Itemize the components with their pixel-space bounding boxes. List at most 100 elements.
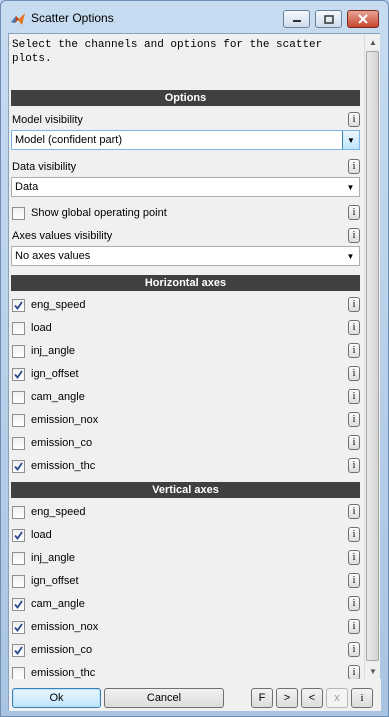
info-button[interactable]: i [348,458,360,473]
vertical-axis-row-emission-co[interactable]: emission_co [12,642,342,658]
data-visibility-label: Data visibility [12,161,77,173]
info-button[interactable]: i [348,642,360,657]
scroll-down-arrow-icon[interactable]: ▼ [365,663,381,679]
checkmark-icon [14,600,23,609]
info-button[interactable]: i [348,619,360,634]
axis-label: emission_thc [31,667,96,679]
checkbox[interactable] [12,414,25,427]
horizontal-axis-row-emission-nox[interactable]: emission_nox [12,412,342,428]
chevron-down-icon: ▼ [342,131,359,149]
info-button[interactable]: i [348,412,360,427]
minimize-button[interactable] [283,10,310,28]
info-button[interactable]: i [348,527,360,542]
info-button[interactable]: i [348,596,360,611]
axis-label: emission_nox [31,414,99,426]
info-button[interactable]: i [348,320,360,335]
checkbox[interactable] [12,345,25,358]
scatter-options-window: Scatter Options Select the channels and … [0,0,389,717]
info-button[interactable]: i [348,504,360,519]
info-button[interactable]: i [348,665,360,679]
cancel-button[interactable]: Cancel [104,688,224,708]
global-op-checkbox-row[interactable]: Show global operating point [12,205,342,221]
checkbox[interactable] [12,391,25,404]
chevron-down-icon: ▼ [346,251,355,261]
checkbox[interactable] [12,299,25,312]
axis-label: load [31,529,52,541]
vertical-axis-row-emission-thc[interactable]: emission_thc [12,665,342,679]
horizontal-axis-row-emission-thc[interactable]: emission_thc [12,458,342,474]
scrollbar-thumb[interactable] [366,51,379,661]
next-button[interactable]: > [276,688,298,708]
f-button[interactable]: F [251,688,273,708]
window-close-button[interactable] [347,10,379,28]
axis-label: emission_nox [31,621,99,633]
horizontal-axes-header: Horizontal axes [11,275,360,291]
options-header: Options [11,90,360,106]
checkbox[interactable] [12,368,25,381]
global-op-label: Show global operating point [31,207,167,219]
checkbox[interactable] [12,667,25,679]
scroll-up-arrow-icon[interactable]: ▲ [365,34,381,50]
checkbox[interactable] [12,575,25,588]
vertical-axis-row-inj-angle[interactable]: inj_angle [12,550,342,566]
model-visibility-label: Model visibility [12,114,83,126]
checkbox[interactable] [12,506,25,519]
vertical-axis-row-ign-offset[interactable]: ign_offset [12,573,342,589]
info-button[interactable]: i [348,550,360,565]
vertical-axis-row-emission-nox[interactable]: emission_nox [12,619,342,635]
horizontal-axis-row-inj-angle[interactable]: inj_angle [12,343,342,359]
axes-values-value: No axes values [15,250,91,262]
checkmark-icon [14,531,23,540]
info-button[interactable]: i [348,366,360,381]
data-visibility-dropdown[interactable]: Data ▼ [11,177,360,197]
checkbox[interactable] [12,598,25,611]
info-button[interactable]: i [348,343,360,358]
horizontal-axis-row-emission-co[interactable]: emission_co [12,435,342,451]
checkbox[interactable] [12,644,25,657]
ok-button[interactable]: Ok [12,688,101,708]
axis-label: ign_offset [31,368,79,380]
axes-values-info-button[interactable]: i [348,228,360,243]
checkbox[interactable] [12,322,25,335]
horizontal-axis-row-eng-speed[interactable]: eng_speed [12,297,342,313]
options-panel: Select the channels and options for the … [9,34,364,679]
checkbox[interactable] [12,437,25,450]
global-op-info-button[interactable]: i [348,205,360,220]
vertical-axis-row-load[interactable]: load [12,527,342,543]
vertical-axis-row-eng-speed[interactable]: eng_speed [12,504,342,520]
model-visibility-dropdown[interactable]: Model (confident part) ▼ [11,130,360,150]
checkbox[interactable] [12,552,25,565]
axis-label: emission_thc [31,460,96,472]
close-panel-button[interactable]: x [326,688,348,708]
help-info-button[interactable]: i [351,688,373,708]
checkbox[interactable] [12,621,25,634]
model-visibility-info-button[interactable]: i [348,112,360,127]
vertical-scrollbar[interactable]: ▲ ▼ [364,34,380,679]
data-visibility-value: Data [15,181,39,193]
global-op-checkbox[interactable] [12,207,25,220]
horizontal-axis-row-ign-offset[interactable]: ign_offset [12,366,342,382]
info-button[interactable]: i [348,389,360,404]
info-button[interactable]: i [348,297,360,312]
vertical-axis-row-cam-angle[interactable]: cam_angle [12,596,342,612]
title-bar[interactable]: Scatter Options [1,1,388,33]
checkbox[interactable] [12,460,25,473]
previous-button[interactable]: < [301,688,323,708]
axes-values-label: Axes values visibility [12,230,113,242]
checkmark-icon [14,301,23,310]
axis-label: ign_offset [31,575,79,587]
horizontal-axis-row-cam-angle[interactable]: cam_angle [12,389,342,405]
window-title: Scatter Options [31,11,114,25]
checkbox[interactable] [12,529,25,542]
info-button[interactable]: i [348,435,360,450]
data-visibility-info-button[interactable]: i [348,159,360,174]
maximize-button[interactable] [315,10,342,28]
axis-label: cam_angle [31,598,85,610]
horizontal-axis-row-load[interactable]: load [12,320,342,336]
checkmark-icon [14,370,23,379]
axes-values-dropdown[interactable]: No axes values ▼ [11,246,360,266]
axis-label: load [31,322,52,334]
info-button[interactable]: i [348,573,360,588]
intro-text: Select the channels and options for the … [12,39,323,65]
button-bar: Ok Cancel F > < x i [9,679,381,711]
